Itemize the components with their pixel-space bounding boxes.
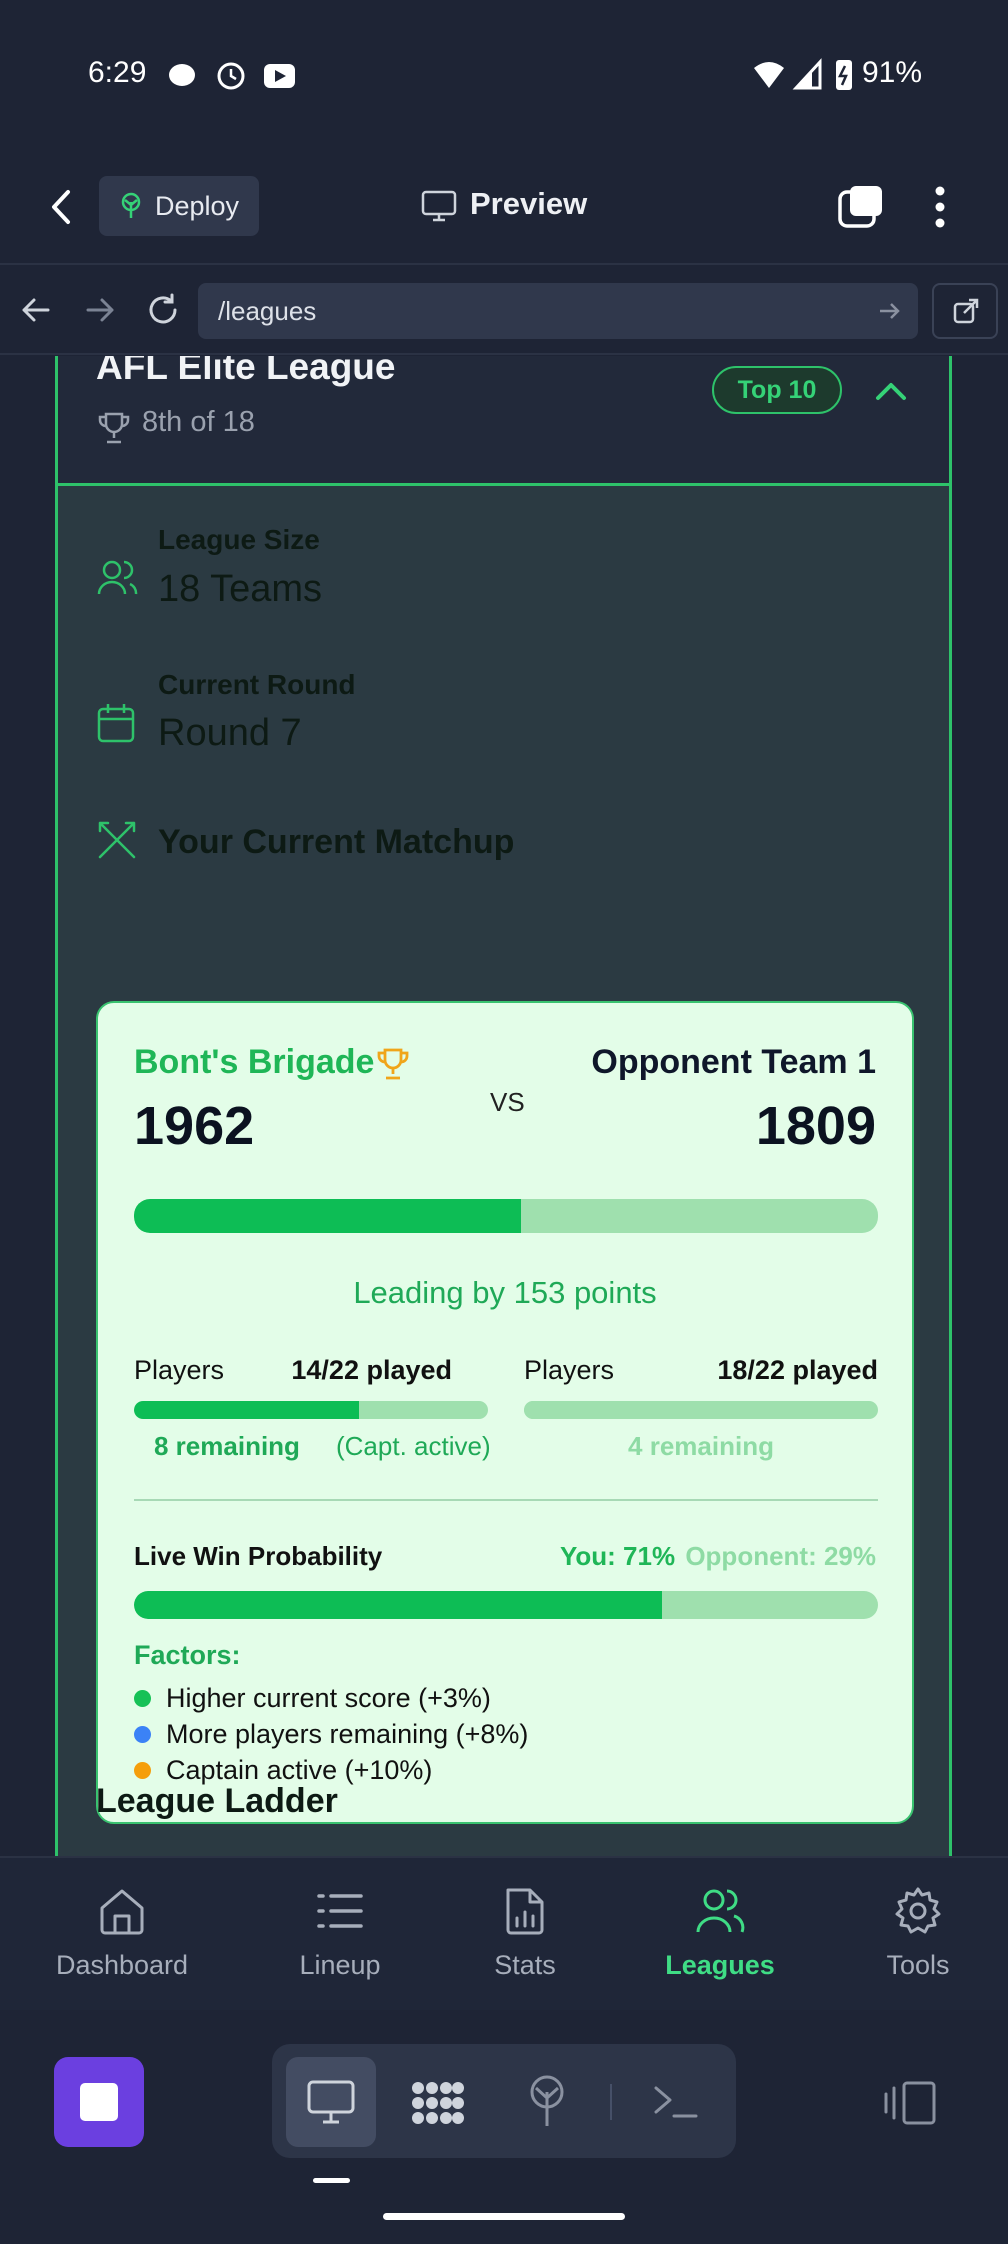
- calendar-icon: [97, 704, 135, 743]
- factor-item: Higher current score (+3%): [134, 1683, 491, 1714]
- gear-icon: [895, 1887, 941, 1934]
- go-arrow-icon[interactable]: [878, 301, 902, 321]
- opponent-players-value: 18/22 played: [717, 1355, 878, 1385]
- users-icon: [696, 1889, 745, 1933]
- nav-lineup[interactable]: Lineup: [250, 1858, 430, 2012]
- monitor-icon: [307, 2080, 355, 2124]
- status-time: 6:29: [88, 56, 147, 89]
- factor-dot: [134, 1726, 151, 1743]
- list-icon: [317, 1894, 363, 1928]
- open-external-button[interactable]: [932, 283, 998, 339]
- league-size-label: League Size: [158, 524, 320, 555]
- matchup-card: Bont's Brigade Opponent Team 1 1962 VS 1…: [96, 1001, 914, 1824]
- nav-back-icon[interactable]: [20, 296, 52, 324]
- nav-forward-icon[interactable]: [84, 296, 116, 324]
- my-players-label: Players: [134, 1355, 225, 1385]
- opponent-score: 1809: [755, 1096, 876, 1156]
- nav-tools[interactable]: Tools: [858, 1858, 978, 2012]
- nav-stats[interactable]: Stats: [460, 1858, 590, 2012]
- desktop-view-button[interactable]: [286, 2057, 376, 2147]
- league-rank: 8th of 18: [142, 406, 255, 438]
- factor-dot: [134, 1690, 151, 1707]
- deploy-label: Deploy: [155, 190, 240, 221]
- status-bar: 6:29 91%: [0, 0, 1008, 150]
- opponent-players-label: Players: [524, 1355, 615, 1385]
- nav-dashboard[interactable]: Dashboard: [30, 1858, 214, 2012]
- factors-label: Factors:: [134, 1640, 241, 1670]
- opponent-remaining: 4 remaining: [628, 1431, 774, 1461]
- notification-icons: [169, 62, 295, 90]
- divider: [134, 1499, 878, 1501]
- deploy-button[interactable]: Deploy: [99, 176, 259, 236]
- battery-level: 91%: [861, 56, 922, 89]
- my-players-value: 14/22 played: [291, 1355, 452, 1385]
- win-probability-opponent: Opponent: 29%: [685, 1541, 876, 1571]
- win-probability-you: You: 71%: [560, 1541, 676, 1571]
- league-size-value: 18 Teams: [158, 568, 323, 610]
- opponent-players-bar: [524, 1401, 878, 1419]
- split-view-icon[interactable]: [882, 2080, 938, 2126]
- terminal-icon[interactable]: [652, 2084, 698, 2120]
- nav-label: Tools: [886, 1950, 950, 1980]
- grid-dots-icon[interactable]: [410, 2080, 466, 2126]
- factor-dot: [134, 1762, 151, 1779]
- url-text: /leagues: [218, 295, 317, 326]
- home-icon: [100, 1889, 144, 1935]
- factor-item: More players remaining (+8%): [134, 1719, 528, 1750]
- league-ladder-title: League Ladder: [96, 1782, 338, 1820]
- monitor-icon: [421, 190, 457, 222]
- preview-title: Preview: [470, 186, 588, 221]
- bottom-nav: Dashboard Lineup Stats Leagues Tools: [0, 1856, 1008, 2010]
- lead-text: Leading by 153 points: [353, 1275, 657, 1310]
- url-input[interactable]: /leagues: [198, 283, 918, 339]
- users-icon: [97, 560, 138, 595]
- win-probability-bar: [134, 1591, 878, 1619]
- my-score: 1962: [134, 1096, 255, 1156]
- nav-label: Leagues: [665, 1950, 775, 1980]
- score-bar-fill: [134, 1199, 521, 1233]
- my-players-bar: [134, 1401, 488, 1419]
- my-remaining: 8 remaining: [154, 1431, 300, 1461]
- nav-label: Lineup: [299, 1950, 381, 1980]
- matchup-title: Your Current Matchup: [158, 823, 515, 861]
- win-probability-bar-fill: [134, 1591, 663, 1619]
- vs-label: VS: [490, 1087, 525, 1117]
- reload-icon[interactable]: [145, 292, 181, 328]
- more-icon[interactable]: [930, 184, 950, 230]
- chevron-up-icon[interactable]: [874, 380, 908, 402]
- captain-active: (Capt. active): [336, 1431, 491, 1461]
- my-team-name: Bont's Brigade: [134, 1043, 375, 1081]
- factor-text: Higher current score (+3%): [166, 1683, 491, 1713]
- dock-indicator: [313, 2178, 350, 2183]
- win-probability-label: Live Win Probability: [134, 1541, 383, 1571]
- league-card-header[interactable]: AFL Elite League 8th of 18 Top 10: [58, 356, 949, 486]
- report-icon: [506, 1888, 544, 1935]
- league-name: AFL Elite League: [96, 356, 396, 387]
- dock-divider: [610, 2084, 612, 2120]
- back-icon[interactable]: [48, 188, 76, 226]
- current-round-value: Round 7: [158, 712, 302, 754]
- current-round-label: Current Round: [158, 669, 356, 700]
- opponent-players-bar-fill: [524, 1401, 814, 1419]
- external-link-icon: [953, 298, 979, 324]
- league-card: AFL Elite League 8th of 18 Top 10 League…: [55, 356, 952, 1856]
- nav-label: Dashboard: [55, 1950, 189, 1980]
- deploy-icon[interactable]: [524, 2074, 570, 2130]
- nav-leagues[interactable]: Leagues: [640, 1858, 800, 2012]
- trophy-icon: [98, 412, 130, 444]
- tabs-icon[interactable]: [838, 184, 886, 230]
- factor-text: More players remaining (+8%): [166, 1719, 529, 1749]
- opponent-team-name: Opponent Team 1: [591, 1043, 876, 1081]
- deploy-icon: [121, 192, 141, 218]
- home-indicator[interactable]: [383, 2213, 625, 2220]
- swords-icon: [98, 821, 136, 859]
- stop-button[interactable]: [54, 2057, 144, 2147]
- page-content: AFL Elite League 8th of 18 Top 10 League…: [0, 356, 1008, 1856]
- my-players-bar-fill: [134, 1401, 360, 1419]
- score-bar: [134, 1199, 878, 1233]
- signal-icons: [754, 58, 852, 90]
- nav-label: Stats: [494, 1950, 556, 1980]
- top10-badge: Top 10: [712, 366, 842, 414]
- trophy-icon: [377, 1048, 409, 1080]
